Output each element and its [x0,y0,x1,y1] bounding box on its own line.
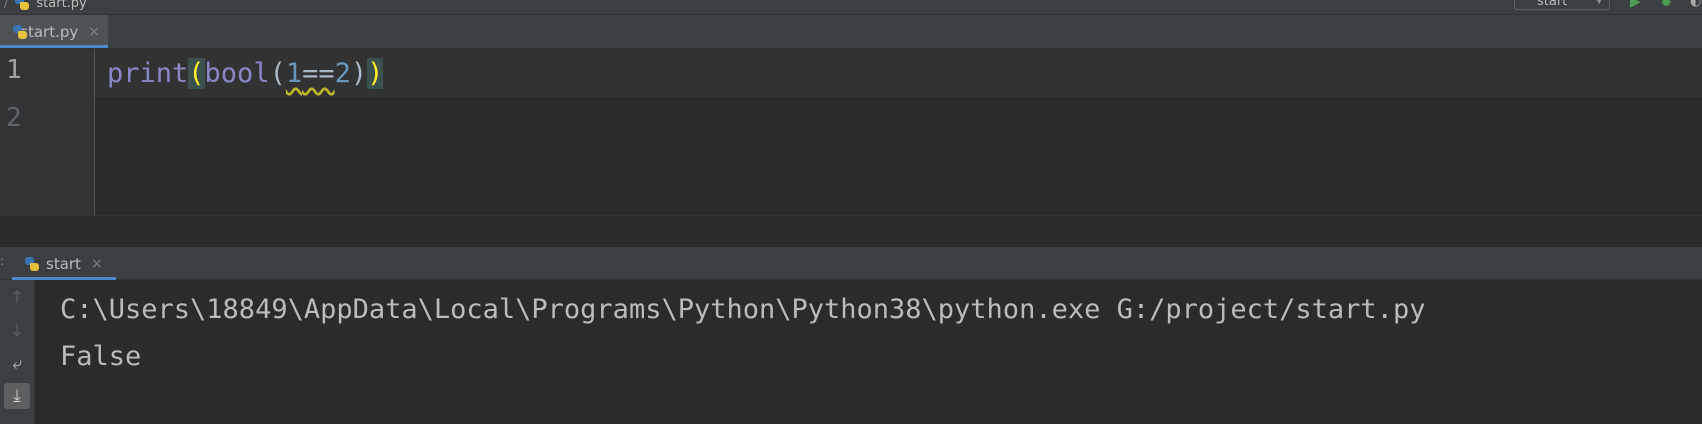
console-command-line: C:\Users\18849\AppData\Local\Programs\Py… [60,294,1426,325]
debug-icon[interactable]: ✹ [1660,0,1673,11]
run-config-label: start [1537,0,1568,9]
coverage-icon[interactable]: ◐ [1690,0,1701,9]
line-number-gutter: 1 2 [0,49,95,215]
tab-label: start [46,254,81,273]
code-token-paren-open: ( [269,57,286,89]
tab-run-start[interactable]: start × [12,247,116,280]
close-icon[interactable]: × [91,256,103,272]
code-token-bool: bool [204,57,270,89]
breadcrumb[interactable]: / start.py [4,0,87,12]
scroll-to-end-icon[interactable]: ⤓ [4,383,30,409]
panel-splitter[interactable] [0,215,1702,248]
python-file-icon [12,24,27,40]
code-token-print: print [107,57,189,89]
line-number: 1 [6,55,22,85]
run-console-panel: ↑ ↓ ⤶ ⤓ C:\Users\18849\AppData\Local\Pro… [0,280,1702,424]
code-line-1[interactable]: print(bool(1== 2)) [107,55,384,91]
run-tool-window-tab-bar: : start × [0,247,1702,280]
tool-window-menu-icon[interactable]: : [0,254,4,268]
down-arrow-icon[interactable]: ↓ [4,318,30,344]
code-token-paren-close: ) [350,57,368,89]
soft-wrap-icon[interactable]: ⤶ [4,351,30,377]
code-token-number: 2 [334,57,351,89]
close-icon[interactable]: × [88,24,100,40]
code-token-paren-open: ( [188,57,205,89]
line-number: 2 [6,103,22,133]
console-result-line: False [60,341,142,372]
chevron-down-icon: ▼ [1595,0,1603,6]
tab-label: start.py [20,22,79,41]
editor-tab-bar: start.py × [0,15,1702,49]
breadcrumb-separator: / [4,0,9,11]
run-configuration-dropdown[interactable]: start ▼ [1514,0,1610,10]
run-icon[interactable]: ▶ [1630,0,1641,10]
console-output[interactable]: C:\Users\18849\AppData\Local\Programs\Py… [60,286,1425,380]
ide-window: / start.py start ▼ ▶ ✹ ◐ start.py × 1 2 … [0,0,1702,424]
code-token-operator: == [302,57,335,89]
tab-start-py[interactable]: start.py × [0,15,108,48]
code-token-paren-close: ) [367,57,384,89]
navigation-bar: / start.py start ▼ ▶ ✹ ◐ [0,0,1702,15]
code-token-number: 1 [285,57,303,89]
python-file-icon [14,0,30,11]
run-toolbar: ↑ ↓ ⤶ ⤓ [0,280,35,424]
code-editor[interactable]: 1 2 print(bool(1== 2)) [0,49,1702,215]
breadcrumb-file[interactable]: start.py [36,0,86,11]
up-arrow-icon[interactable]: ↑ [4,285,30,311]
python-file-icon [24,256,40,272]
